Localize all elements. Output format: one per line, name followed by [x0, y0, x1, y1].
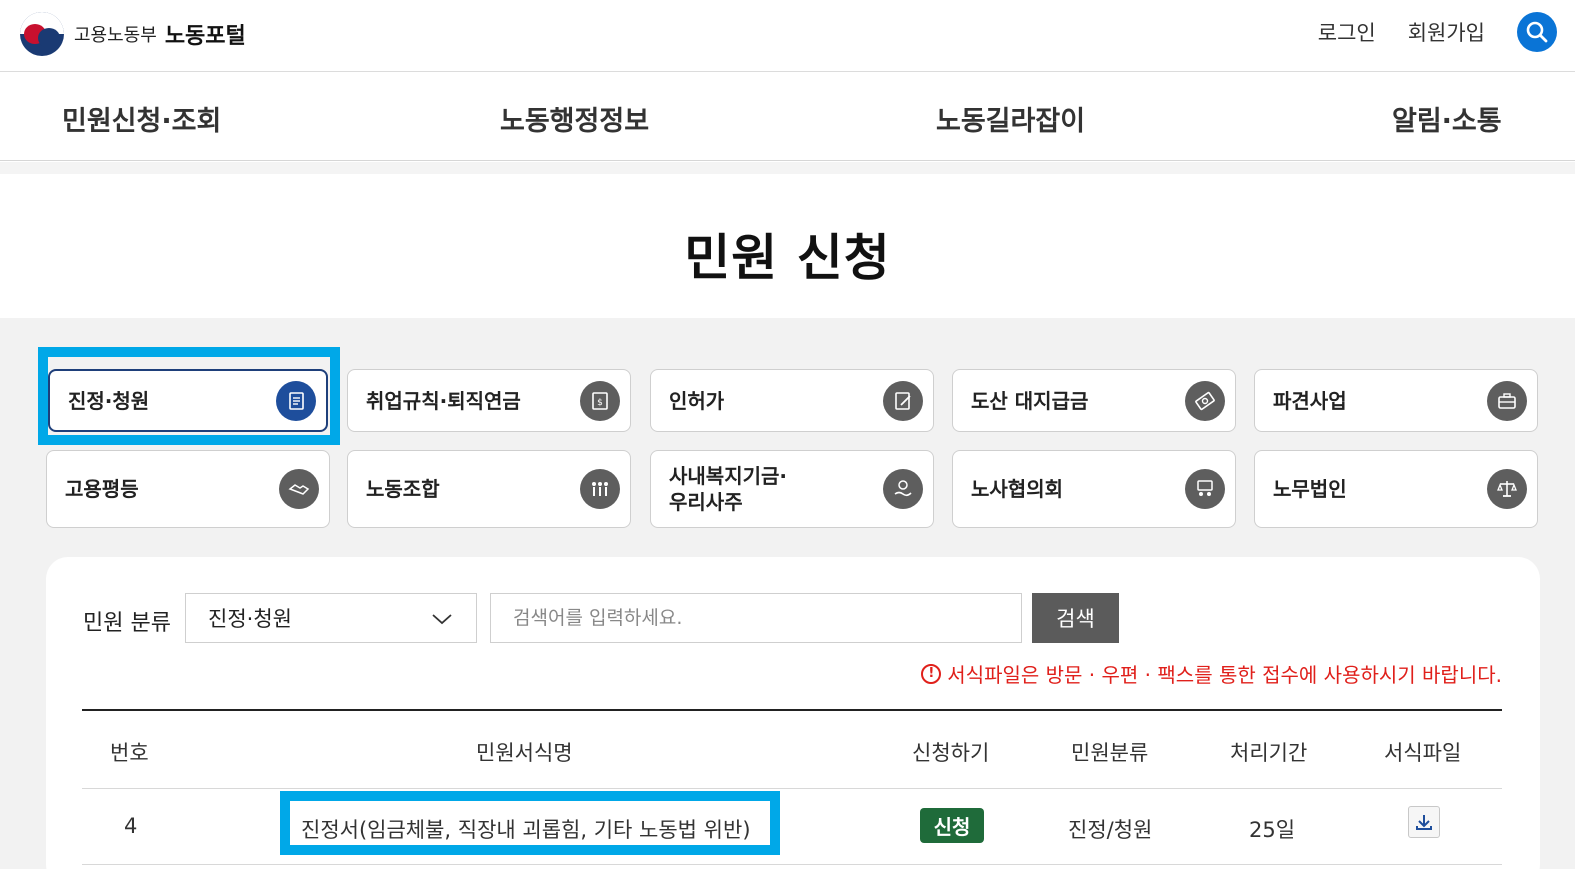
nav-labor-guide[interactable]: 노동길라잡이	[936, 99, 1085, 138]
table-row: 4 진정서(임금체불, 직장내 괴롭힘, 기타 노동법 위반) 신청 진정/청원…	[82, 789, 1502, 865]
title-band: 민원 신청	[0, 162, 1575, 318]
category-labor-council[interactable]: 노사협의회	[952, 450, 1236, 528]
th-form-file: 서식파일	[1384, 741, 1462, 765]
category-label: 도산 대지급금	[971, 388, 1089, 413]
top-header: 고용노동부 노동포털 로그인 회원가입	[0, 0, 1575, 72]
category-equal-employment[interactable]: 고용평등	[46, 450, 330, 528]
welfare-fund-icon	[883, 469, 923, 509]
row-number: 4	[124, 814, 138, 838]
signup-link[interactable]: 회원가입	[1408, 17, 1485, 47]
top-links: 로그인 회원가입	[1318, 12, 1557, 52]
th-category: 민원분류	[1071, 741, 1149, 765]
nav-civil-petition[interactable]: 민원신청·조회	[62, 99, 221, 138]
download-button[interactable]	[1408, 806, 1440, 838]
svg-text:$: $	[597, 398, 603, 408]
portal-name: 노동포털	[164, 24, 246, 49]
category-label: 취업규칙·퇴직연금	[366, 388, 521, 413]
page-title: 민원 신청	[684, 229, 891, 287]
th-apply: 신청하기	[912, 741, 990, 765]
form-table: 번호 민원서식명 신청하기 민원분류 처리기간 서식파일 4 진정서(임금체불,…	[82, 709, 1502, 865]
apply-button[interactable]: 신청	[920, 808, 984, 843]
category-label: 진정·청원	[68, 388, 150, 413]
category-select[interactable]: 진정·청원	[185, 593, 477, 643]
nav-notice[interactable]: 알림·소통	[1392, 99, 1502, 138]
handshake-icon	[279, 469, 319, 509]
money-icon	[1185, 380, 1225, 421]
category-employment-rules[interactable]: 취업규칙·퇴직연금 $	[347, 369, 631, 432]
th-number: 번호	[110, 741, 149, 765]
alert-icon: !	[921, 663, 942, 684]
category-label: 고용평등	[65, 477, 139, 501]
main-navigation: 민원신청·조회 노동행정정보 노동길라잡이 알림·소통	[0, 73, 1575, 161]
search-button[interactable]	[1517, 12, 1557, 52]
th-form-name: 민원서식명	[476, 741, 573, 765]
ministry-name: 고용노동부	[74, 25, 157, 46]
category-insolvency-payment[interactable]: 도산 대지급금	[952, 369, 1236, 432]
notice-message: ! 서식파일은 방문 · 우편 · 팩스를 통한 접수에 사용하시기 바랍니다.	[921, 659, 1502, 688]
category-welfare-fund[interactable]: 사내복지기금· 우리사주	[650, 450, 934, 528]
permit-icon	[883, 380, 923, 421]
table-header: 번호 민원서식명 신청하기 민원분류 처리기간 서식파일	[82, 711, 1502, 789]
scales-icon	[1487, 469, 1527, 509]
th-period: 처리기간	[1230, 741, 1308, 765]
form-name-highlight	[280, 791, 780, 855]
content-area: 진정·청원 취업규칙·퇴직연금 $ 인허가 도산 대지급금 파견사업 고용평등	[0, 318, 1575, 887]
briefcase-icon	[1487, 380, 1527, 421]
category-label: 노동조합	[366, 477, 440, 501]
category-select-value: 진정·청원	[208, 607, 292, 631]
search-icon	[1526, 21, 1548, 43]
category-label: 노무법인	[1273, 477, 1347, 501]
search-submit-button[interactable]: 검색	[1032, 593, 1119, 643]
filter-label: 민원 분류	[83, 611, 171, 636]
category-petition[interactable]: 진정·청원	[48, 369, 328, 432]
document-money-icon: $	[580, 380, 620, 421]
category-dispatch[interactable]: 파견사업	[1254, 369, 1538, 432]
category-label: 사내복지기금· 우리사주	[669, 464, 787, 514]
notice-text: 서식파일은 방문 · 우편 · 팩스를 통한 접수에 사용하시기 바랍니다.	[947, 663, 1502, 687]
category-permit[interactable]: 인허가	[650, 369, 934, 432]
login-link[interactable]: 로그인	[1318, 17, 1376, 47]
union-icon	[580, 469, 620, 509]
download-icon	[1416, 815, 1432, 830]
search-input[interactable]	[490, 593, 1022, 643]
site-logo[interactable]: 고용노동부 노동포털	[20, 12, 246, 56]
category-label: 노사협의회	[971, 477, 1063, 501]
category-label: 파견사업	[1273, 388, 1347, 413]
petition-icon	[276, 380, 316, 421]
taegeuk-logo-icon	[20, 12, 64, 56]
council-icon	[1185, 469, 1225, 509]
category-labor-union[interactable]: 노동조합	[347, 450, 631, 528]
category-label: 인허가	[669, 388, 725, 413]
category-labor-law-firm[interactable]: 노무법인	[1254, 450, 1538, 528]
form-list-card: 민원 분류 진정·청원 검색 ! 서식파일은 방문 · 우편 · 팩스를 통한 …	[46, 557, 1540, 887]
row-category: 진정/청원	[1068, 818, 1153, 842]
chevron-down-icon	[432, 614, 452, 625]
nav-labor-admin-info[interactable]: 노동행정정보	[500, 99, 649, 138]
row-period: 25일	[1249, 818, 1296, 842]
